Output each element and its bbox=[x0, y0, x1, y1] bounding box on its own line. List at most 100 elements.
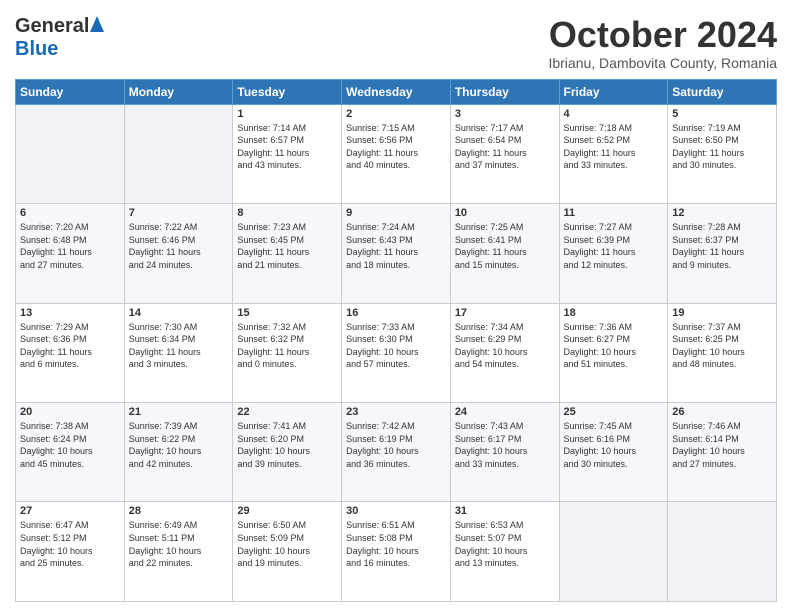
calendar-cell: 14 Sunrise: 7:30 AMSunset: 6:34 PMDayligh… bbox=[124, 303, 233, 402]
cell-details: Sunrise: 7:14 AMSunset: 6:57 PMDaylight:… bbox=[237, 122, 337, 172]
weekday-header: Wednesday bbox=[342, 79, 451, 104]
calendar-cell: 11 Sunrise: 7:27 AMSunset: 6:39 PMDayligh… bbox=[559, 204, 668, 303]
calendar-table: SundayMondayTuesdayWednesdayThursdayFrid… bbox=[15, 79, 777, 602]
weekday-header: Thursday bbox=[450, 79, 559, 104]
day-number: 14 bbox=[129, 307, 229, 319]
day-number: 8 bbox=[237, 207, 337, 219]
day-number: 2 bbox=[346, 108, 446, 120]
calendar-cell: 22Sunrise: 7:41 AMSunset: 6:20 PMDayligh… bbox=[233, 403, 342, 502]
day-number: 5 bbox=[672, 108, 772, 120]
calendar-week-row: 1 Sunrise: 7:14 AMSunset: 6:57 PMDaylight… bbox=[16, 104, 777, 203]
cell-details: Sunrise: 7:29 AMSunset: 6:36 PMDaylight:… bbox=[20, 321, 120, 371]
day-number: 24 bbox=[455, 406, 555, 418]
calendar-cell bbox=[16, 104, 125, 203]
calendar-cell: 5 Sunrise: 7:19 AMSunset: 6:50 PMDaylight… bbox=[668, 104, 777, 203]
cell-details: Sunrise: 7:33 AMSunset: 6:30 PMDaylight:… bbox=[346, 321, 446, 371]
cell-details: Sunrise: 7:24 AMSunset: 6:43 PMDaylight:… bbox=[346, 221, 446, 271]
cell-details: Sunrise: 7:20 AMSunset: 6:48 PMDaylight:… bbox=[20, 221, 120, 271]
cell-details: Sunrise: 6:53 AMSunset: 5:07 PMDaylight:… bbox=[455, 519, 555, 569]
calendar-week-row: 6 Sunrise: 7:20 AMSunset: 6:48 PMDaylight… bbox=[16, 204, 777, 303]
cell-details: Sunrise: 7:27 AMSunset: 6:39 PMDaylight:… bbox=[564, 221, 664, 271]
cell-details: Sunrise: 7:15 AMSunset: 6:56 PMDaylight:… bbox=[346, 122, 446, 172]
cell-details: Sunrise: 6:50 AMSunset: 5:09 PMDaylight:… bbox=[237, 519, 337, 569]
cell-details: Sunrise: 7:28 AMSunset: 6:37 PMDaylight:… bbox=[672, 221, 772, 271]
header-right: October 2024 Ibrianu, Dambovita County, … bbox=[548, 15, 777, 71]
calendar-header-row: SundayMondayTuesdayWednesdayThursdayFrid… bbox=[16, 79, 777, 104]
day-number: 26 bbox=[672, 406, 772, 418]
day-number: 4 bbox=[564, 108, 664, 120]
cell-details: Sunrise: 6:47 AMSunset: 5:12 PMDaylight:… bbox=[20, 519, 120, 569]
cell-details: Sunrise: 7:45 AMSunset: 6:16 PMDaylight:… bbox=[564, 420, 664, 470]
cell-details: Sunrise: 7:36 AMSunset: 6:27 PMDaylight:… bbox=[564, 321, 664, 371]
calendar-cell: 28 Sunrise: 6:49 AMSunset: 5:11 PMDayligh… bbox=[124, 502, 233, 602]
day-number: 21 bbox=[129, 406, 229, 418]
calendar-cell: 18Sunrise: 7:36 AMSunset: 6:27 PMDayligh… bbox=[559, 303, 668, 402]
cell-details: Sunrise: 7:17 AMSunset: 6:54 PMDaylight:… bbox=[455, 122, 555, 172]
calendar-cell: 21 Sunrise: 7:39 AMSunset: 6:22 PMDayligh… bbox=[124, 403, 233, 502]
cell-details: Sunrise: 7:42 AMSunset: 6:19 PMDaylight:… bbox=[346, 420, 446, 470]
day-number: 28 bbox=[129, 505, 229, 517]
day-number: 7 bbox=[129, 207, 229, 219]
day-number: 29 bbox=[237, 505, 337, 517]
calendar-cell: 17 Sunrise: 7:34 AMSunset: 6:29 PMDayligh… bbox=[450, 303, 559, 402]
day-number: 17 bbox=[455, 307, 555, 319]
calendar-cell: 25 Sunrise: 7:45 AMSunset: 6:16 PMDayligh… bbox=[559, 403, 668, 502]
calendar-cell: 6 Sunrise: 7:20 AMSunset: 6:48 PMDaylight… bbox=[16, 204, 125, 303]
cell-details: Sunrise: 7:30 AMSunset: 6:34 PMDaylight:… bbox=[129, 321, 229, 371]
day-number: 27 bbox=[20, 505, 120, 517]
cell-details: Sunrise: 7:43 AMSunset: 6:17 PMDaylight:… bbox=[455, 420, 555, 470]
page: General Blue October 2024 Ibrianu, Dambo… bbox=[0, 0, 792, 612]
calendar-cell: 27 Sunrise: 6:47 AMSunset: 5:12 PMDayligh… bbox=[16, 502, 125, 602]
location: Ibrianu, Dambovita County, Romania bbox=[548, 55, 777, 71]
cell-details: Sunrise: 7:25 AMSunset: 6:41 PMDaylight:… bbox=[455, 221, 555, 271]
calendar-cell: 16 Sunrise: 7:33 AMSunset: 6:30 PMDayligh… bbox=[342, 303, 451, 402]
weekday-header: Sunday bbox=[16, 79, 125, 104]
cell-details: Sunrise: 7:46 AMSunset: 6:14 PMDaylight:… bbox=[672, 420, 772, 470]
day-number: 20 bbox=[20, 406, 120, 418]
day-number: 6 bbox=[20, 207, 120, 219]
weekday-header: Tuesday bbox=[233, 79, 342, 104]
cell-details: Sunrise: 7:38 AMSunset: 6:24 PMDaylight:… bbox=[20, 420, 120, 470]
cell-details: Sunrise: 7:22 AMSunset: 6:46 PMDaylight:… bbox=[129, 221, 229, 271]
logo: General Blue bbox=[15, 15, 105, 61]
cell-details: Sunrise: 7:39 AMSunset: 6:22 PMDaylight:… bbox=[129, 420, 229, 470]
calendar-cell: 24 Sunrise: 7:43 AMSunset: 6:17 PMDayligh… bbox=[450, 403, 559, 502]
day-number: 1 bbox=[237, 108, 337, 120]
calendar-cell: 10 Sunrise: 7:25 AMSunset: 6:41 PMDayligh… bbox=[450, 204, 559, 303]
calendar-cell: 29 Sunrise: 6:50 AMSunset: 5:09 PMDayligh… bbox=[233, 502, 342, 602]
day-number: 13 bbox=[20, 307, 120, 319]
cell-details: Sunrise: 7:32 AMSunset: 6:32 PMDaylight:… bbox=[237, 321, 337, 371]
calendar-week-row: 27 Sunrise: 6:47 AMSunset: 5:12 PMDayligh… bbox=[16, 502, 777, 602]
cell-details: Sunrise: 7:34 AMSunset: 6:29 PMDaylight:… bbox=[455, 321, 555, 371]
calendar-cell: 12 Sunrise: 7:28 AMSunset: 6:37 PMDayligh… bbox=[668, 204, 777, 303]
day-number: 23 bbox=[346, 406, 446, 418]
day-number: 3 bbox=[455, 108, 555, 120]
day-number: 16 bbox=[346, 307, 446, 319]
day-number: 11 bbox=[564, 207, 664, 219]
calendar-cell: 7 Sunrise: 7:22 AMSunset: 6:46 PMDaylight… bbox=[124, 204, 233, 303]
calendar-week-row: 20 Sunrise: 7:38 AMSunset: 6:24 PMDayligh… bbox=[16, 403, 777, 502]
day-number: 12 bbox=[672, 207, 772, 219]
logo-blue-text: Blue bbox=[15, 38, 58, 60]
cell-details: Sunrise: 6:49 AMSunset: 5:11 PMDaylight:… bbox=[129, 519, 229, 569]
cell-details: Sunrise: 7:37 AMSunset: 6:25 PMDaylight:… bbox=[672, 321, 772, 371]
cell-details: Sunrise: 6:51 AMSunset: 5:08 PMDaylight:… bbox=[346, 519, 446, 569]
calendar-cell: 9Sunrise: 7:24 AMSunset: 6:43 PMDaylight… bbox=[342, 204, 451, 303]
weekday-header: Monday bbox=[124, 79, 233, 104]
calendar-body: 1 Sunrise: 7:14 AMSunset: 6:57 PMDaylight… bbox=[16, 104, 777, 601]
cell-details: Sunrise: 7:41 AMSunset: 6:20 PMDaylight:… bbox=[237, 420, 337, 470]
day-number: 31 bbox=[455, 505, 555, 517]
calendar-cell bbox=[559, 502, 668, 602]
day-number: 30 bbox=[346, 505, 446, 517]
calendar-cell: 3 Sunrise: 7:17 AMSunset: 6:54 PMDaylight… bbox=[450, 104, 559, 203]
calendar-week-row: 13 Sunrise: 7:29 AMSunset: 6:36 PMDayligh… bbox=[16, 303, 777, 402]
calendar-cell: 26 Sunrise: 7:46 AMSunset: 6:14 PMDayligh… bbox=[668, 403, 777, 502]
cell-details: Sunrise: 7:19 AMSunset: 6:50 PMDaylight:… bbox=[672, 122, 772, 172]
day-number: 10 bbox=[455, 207, 555, 219]
calendar-cell bbox=[124, 104, 233, 203]
calendar-cell bbox=[668, 502, 777, 602]
calendar-cell: 23 Sunrise: 7:42 AMSunset: 6:19 PMDayligh… bbox=[342, 403, 451, 502]
day-number: 19 bbox=[672, 307, 772, 319]
day-number: 25 bbox=[564, 406, 664, 418]
calendar-cell: 15Sunrise: 7:32 AMSunset: 6:32 PMDayligh… bbox=[233, 303, 342, 402]
